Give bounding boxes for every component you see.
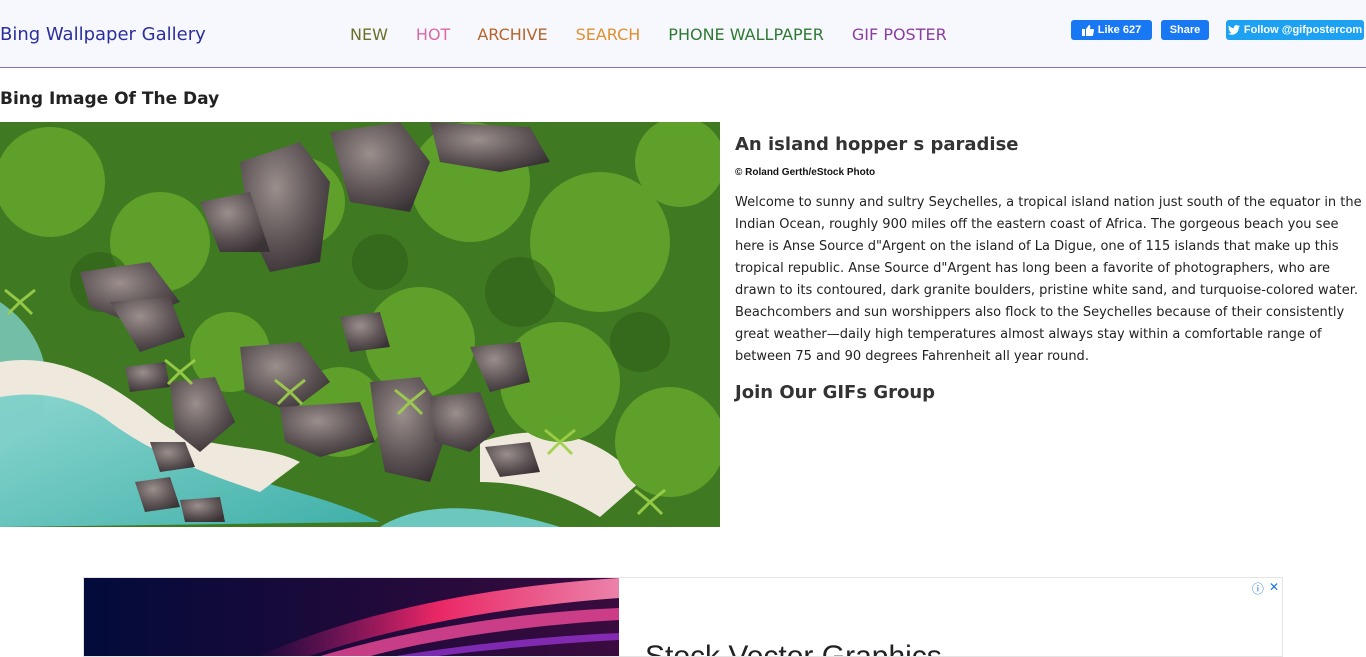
image-description: Welcome to sunny and sultry Seychelles, …	[735, 195, 1362, 364]
facebook-share-button[interactable]: Share	[1161, 20, 1209, 40]
join-group-heading[interactable]: Join Our GIFs Group	[735, 382, 1365, 403]
nav-item-gif-poster[interactable]: GIF POSTER	[852, 25, 947, 44]
ad-close-icon[interactable]: ✕	[1269, 580, 1279, 597]
brand-link[interactable]: Bing Wallpaper Gallery	[0, 24, 206, 45]
section-title: Bing Image Of The Day	[0, 89, 220, 109]
nav-item-search[interactable]: SEARCH	[576, 25, 641, 44]
site-header: Bing Wallpaper Gallery NEW HOT ARCHIVE S…	[0, 0, 1366, 68]
main-nav: NEW HOT ARCHIVE SEARCH PHONE WALLPAPER G…	[350, 25, 947, 44]
image-title: An island hopper s paradise	[735, 134, 1019, 155]
image-credit: © Roland Gerth/eStock Photo	[735, 167, 876, 178]
facebook-like-label: Like 627	[1097, 24, 1142, 36]
twitter-follow-label: Follow @gifpostercom	[1243, 24, 1363, 36]
thumbs-up-icon	[1081, 24, 1094, 36]
ad-controls: ⓘ ✕	[1252, 580, 1279, 597]
twitter-follow-button[interactable]: Follow @gifpostercom	[1226, 20, 1364, 40]
facebook-like-button[interactable]: Like 627	[1071, 20, 1152, 40]
image-info: An island hopper s paradise © Roland Ger…	[735, 134, 1365, 403]
twitter-bird-icon	[1227, 25, 1240, 35]
nav-item-new[interactable]: NEW	[350, 25, 388, 44]
ad-title[interactable]: Stock Vector Graphics	[645, 640, 942, 656]
bing-daily-photo[interactable]	[0, 122, 720, 527]
nav-item-hot[interactable]: HOT	[416, 25, 450, 44]
ad-info-icon[interactable]: ⓘ	[1252, 580, 1264, 597]
nav-item-phone-wallpaper[interactable]: PHONE WALLPAPER	[668, 25, 824, 44]
advertisement[interactable]: Stock Vector Graphics ⓘ ✕	[83, 577, 1283, 657]
ad-banner-image	[84, 578, 619, 656]
nav-item-archive[interactable]: ARCHIVE	[477, 25, 547, 44]
